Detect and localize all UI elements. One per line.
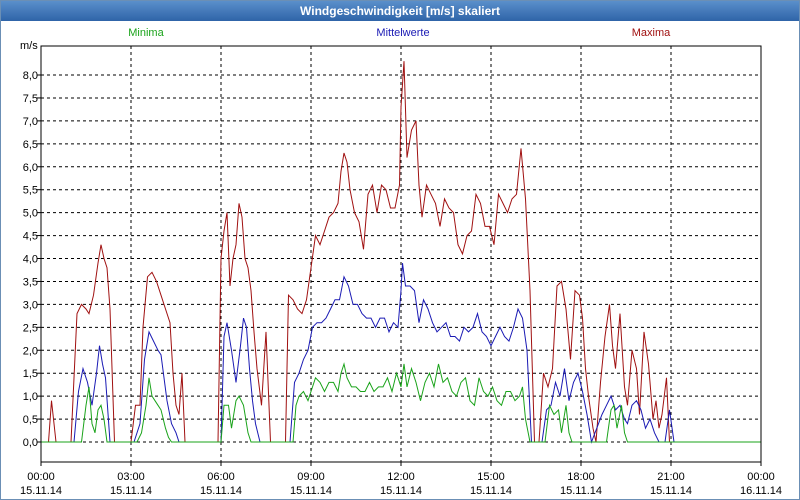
y-tick-label: 7,0 bbox=[23, 116, 38, 128]
y-axis-unit: m/s bbox=[20, 40, 38, 52]
y-tick-label: 6,0 bbox=[23, 162, 38, 174]
y-tick-label: 2,0 bbox=[23, 345, 38, 357]
wind-speed-chart: m/s Minima Mittelwerte Maxima 0,0 0,5 1,0 1… bbox=[20, 27, 782, 497]
y-tick-label: 4,5 bbox=[23, 231, 38, 243]
x-tick-time: 15:00 bbox=[477, 471, 505, 483]
y-tick-label: 2,5 bbox=[23, 322, 38, 334]
y-tick-label: 3,0 bbox=[23, 299, 38, 311]
window-title: Windgeschwindigkeit [m/s] skaliert bbox=[1, 1, 799, 21]
x-tick-time: 00:00 bbox=[747, 471, 775, 483]
chart-window: Windgeschwindigkeit [m/s] skaliert m/s M… bbox=[0, 0, 800, 500]
y-tick-labels: 0,0 0,5 1,0 1,5 2,0 2,5 3,0 3,5 4,0 4,5 5,0 5,5 6,0 6… bbox=[23, 70, 38, 449]
legend-maxima: Maxima bbox=[632, 27, 671, 39]
y-tick-label: 6,5 bbox=[23, 139, 38, 151]
x-tick-time: 00:00 bbox=[27, 471, 55, 483]
y-tick-label: 4,0 bbox=[23, 254, 38, 266]
x-tick-date: 15.11.14 bbox=[380, 485, 422, 497]
x-tick-date: 16.11.14 bbox=[740, 485, 782, 497]
legend-mittelwerte: Mittelwerte bbox=[376, 27, 429, 39]
x-tick-time: 03:00 bbox=[117, 471, 145, 483]
chart-grid bbox=[37, 46, 762, 466]
x-tick-time: 12:00 bbox=[387, 471, 415, 483]
x-tick-date: 15.11.14 bbox=[290, 485, 332, 497]
x-tick-date: 15.11.14 bbox=[560, 485, 602, 497]
y-tick-label: 5,5 bbox=[23, 185, 38, 197]
y-tick-label: 3,5 bbox=[23, 276, 38, 288]
y-tick-label: 1,0 bbox=[23, 391, 38, 403]
x-tick-date: 15.11.14 bbox=[110, 485, 152, 497]
x-tick-time: 06:00 bbox=[207, 471, 235, 483]
x-tick-time: 21:00 bbox=[657, 471, 685, 483]
x-tick-date: 15.11.14 bbox=[650, 485, 692, 497]
x-tick-date: 15.11.14 bbox=[200, 485, 242, 497]
x-tick-date: 15.11.14 bbox=[20, 485, 62, 497]
legend-minima: Minima bbox=[128, 27, 164, 39]
x-tick-time: 18:00 bbox=[567, 471, 595, 483]
y-tick-label: 8,0 bbox=[23, 70, 38, 82]
y-tick-label: 0,0 bbox=[23, 437, 38, 449]
y-tick-label: 1,5 bbox=[23, 368, 38, 380]
x-tick-time: 09:00 bbox=[297, 471, 325, 483]
x-tick-date: 15.11.14 bbox=[470, 485, 512, 497]
y-tick-label: 0,5 bbox=[23, 414, 38, 426]
y-tick-label: 5,0 bbox=[23, 208, 38, 220]
y-tick-label: 7,5 bbox=[23, 93, 38, 105]
x-tick-labels: 00:00 15.11.14 03:00 15.11.14 06:00 15.11.14 0… bbox=[20, 471, 782, 497]
